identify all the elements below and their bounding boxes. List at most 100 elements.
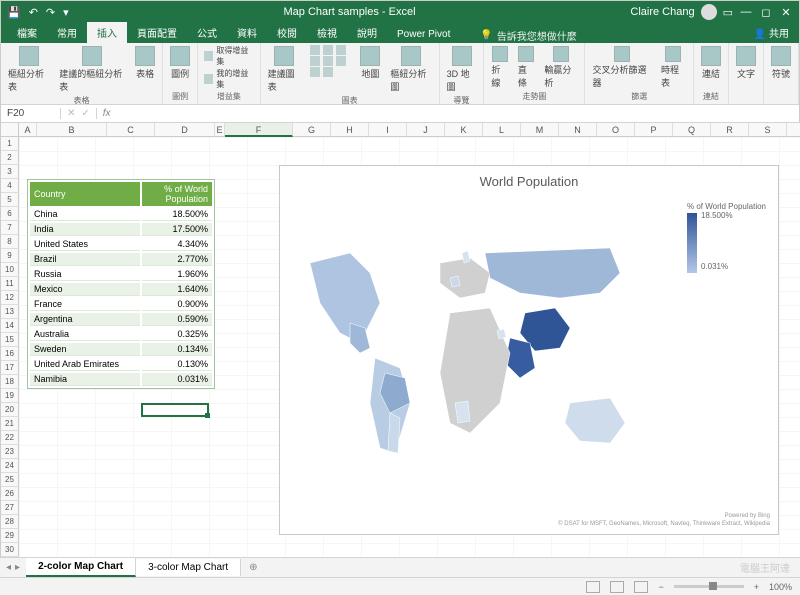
- tab-pagelayout[interactable]: 頁面配置: [127, 22, 187, 43]
- col-header-H[interactable]: H: [331, 123, 369, 137]
- pivottable-button[interactable]: 樞紐分析表: [5, 45, 52, 94]
- close-button[interactable]: ✕: [779, 6, 793, 19]
- row-header-3[interactable]: 3: [1, 165, 19, 179]
- row-header-24[interactable]: 24: [1, 459, 19, 473]
- row-header-8[interactable]: 8: [1, 235, 19, 249]
- add-sheet-button[interactable]: ⊕: [241, 562, 265, 573]
- pagelayout-view-button[interactable]: [610, 581, 624, 593]
- row-header-17[interactable]: 17: [1, 361, 19, 375]
- recommended-charts-button[interactable]: 建議圖表: [265, 45, 304, 94]
- tab-powerpivot[interactable]: Power Pivot: [387, 26, 460, 43]
- row-header-18[interactable]: 18: [1, 375, 19, 389]
- share-button[interactable]: 👤 共用: [744, 22, 799, 43]
- map-chart-object[interactable]: World Population % of World Population 1…: [279, 165, 779, 535]
- pivotchart-button[interactable]: 樞紐分析圖: [387, 45, 434, 94]
- sparkline-column-button[interactable]: 直條: [515, 45, 538, 90]
- table-row[interactable]: Sweden0.134%: [30, 343, 212, 356]
- tab-file[interactable]: 檔案: [7, 22, 47, 43]
- row-header-7[interactable]: 7: [1, 221, 19, 235]
- my-addins-button[interactable]: 我的增益集: [202, 68, 256, 90]
- col-header-A[interactable]: A: [19, 123, 37, 137]
- row-header-1[interactable]: 1: [1, 137, 19, 151]
- row-header-15[interactable]: 15: [1, 333, 19, 347]
- row-header-20[interactable]: 20: [1, 403, 19, 417]
- table-row[interactable]: China18.500%: [30, 208, 212, 221]
- zoom-in-button[interactable]: +: [754, 582, 759, 592]
- col-header-T[interactable]: T: [787, 123, 800, 137]
- tab-formulas[interactable]: 公式: [187, 22, 227, 43]
- col-header-M[interactable]: M: [521, 123, 559, 137]
- get-addins-button[interactable]: 取得增益集: [202, 45, 256, 67]
- pagebreak-view-button[interactable]: [634, 581, 648, 593]
- select-all-button[interactable]: [1, 123, 19, 137]
- slicer-button[interactable]: 交叉分析篩選器: [589, 45, 654, 90]
- tab-help[interactable]: 說明: [347, 22, 387, 43]
- tab-review[interactable]: 校閱: [267, 22, 307, 43]
- row-header-10[interactable]: 10: [1, 263, 19, 277]
- table-row[interactable]: France0.900%: [30, 298, 212, 311]
- row-header-30[interactable]: 30: [1, 543, 19, 557]
- table-row[interactable]: Australia0.325%: [30, 328, 212, 341]
- row-header-16[interactable]: 16: [1, 347, 19, 361]
- table-row[interactable]: United States4.340%: [30, 238, 212, 251]
- chart-type-1[interactable]: [308, 45, 348, 55]
- col-header-O[interactable]: O: [597, 123, 635, 137]
- row-header-19[interactable]: 19: [1, 389, 19, 403]
- maximize-button[interactable]: ◻: [759, 6, 773, 19]
- user-name[interactable]: Claire Chang: [630, 6, 694, 18]
- row-header-13[interactable]: 13: [1, 305, 19, 319]
- table-row[interactable]: Brazil2.770%: [30, 253, 212, 266]
- col-header-I[interactable]: I: [369, 123, 407, 137]
- row-header-25[interactable]: 25: [1, 473, 19, 487]
- row-header-2[interactable]: 2: [1, 151, 19, 165]
- row-header-28[interactable]: 28: [1, 515, 19, 529]
- normal-view-button[interactable]: [586, 581, 600, 593]
- tell-me[interactable]: 💡告訴我您想做什麼: [460, 28, 743, 43]
- tab-insert[interactable]: 插入: [87, 22, 127, 43]
- chart-type-3[interactable]: [308, 67, 335, 77]
- timeline-button[interactable]: 時程表: [658, 45, 689, 90]
- row-header-4[interactable]: 4: [1, 179, 19, 193]
- row-header-12[interactable]: 12: [1, 291, 19, 305]
- row-header-21[interactable]: 21: [1, 417, 19, 431]
- col-header-Q[interactable]: Q: [673, 123, 711, 137]
- sheet-nav-next-icon[interactable]: ▸: [15, 562, 20, 573]
- sparkline-line-button[interactable]: 折線: [488, 45, 511, 90]
- col-header-S[interactable]: S: [749, 123, 787, 137]
- col-header-J[interactable]: J: [407, 123, 445, 137]
- row-header-5[interactable]: 5: [1, 193, 19, 207]
- illustrations-button[interactable]: 圖例: [167, 45, 193, 81]
- zoom-level[interactable]: 100%: [769, 582, 792, 592]
- sheet-tab-1[interactable]: 2-color Map Chart: [26, 558, 136, 577]
- sheet-tab-2[interactable]: 3-color Map Chart: [136, 559, 241, 576]
- col-header-B[interactable]: B: [37, 123, 107, 137]
- col-header-D[interactable]: D: [155, 123, 215, 137]
- avatar[interactable]: [701, 4, 717, 20]
- table-row[interactable]: Russia1.960%: [30, 268, 212, 281]
- col-header-F[interactable]: F: [225, 123, 293, 137]
- enter-icon[interactable]: ✓: [81, 108, 89, 119]
- col-header-L[interactable]: L: [483, 123, 521, 137]
- row-header-27[interactable]: 27: [1, 501, 19, 515]
- tab-view[interactable]: 檢視: [307, 22, 347, 43]
- sheet-nav-prev-icon[interactable]: ◂: [6, 562, 11, 573]
- table-row[interactable]: Mexico1.640%: [30, 283, 212, 296]
- table-row[interactable]: Namibia0.031%: [30, 373, 212, 386]
- row-header-11[interactable]: 11: [1, 277, 19, 291]
- row-header-29[interactable]: 29: [1, 529, 19, 543]
- col-header-G[interactable]: G: [293, 123, 331, 137]
- save-icon[interactable]: 💾: [7, 6, 21, 19]
- table-row[interactable]: United Arab Emirates0.130%: [30, 358, 212, 371]
- name-box[interactable]: F20: [1, 108, 61, 119]
- chart-type-2[interactable]: [308, 56, 348, 66]
- worksheet-grid[interactable]: Country% of World Population China18.500…: [19, 137, 800, 573]
- row-header-23[interactable]: 23: [1, 445, 19, 459]
- minimize-button[interactable]: —: [739, 6, 753, 18]
- col-header-C[interactable]: C: [107, 123, 155, 137]
- table-button[interactable]: 表格: [132, 45, 158, 81]
- cancel-icon[interactable]: ✕: [67, 108, 75, 119]
- table-row[interactable]: India17.500%: [30, 223, 212, 236]
- col-header-E[interactable]: E: [215, 123, 225, 137]
- col-header-K[interactable]: K: [445, 123, 483, 137]
- ribbon-options-icon[interactable]: ▭: [723, 6, 733, 19]
